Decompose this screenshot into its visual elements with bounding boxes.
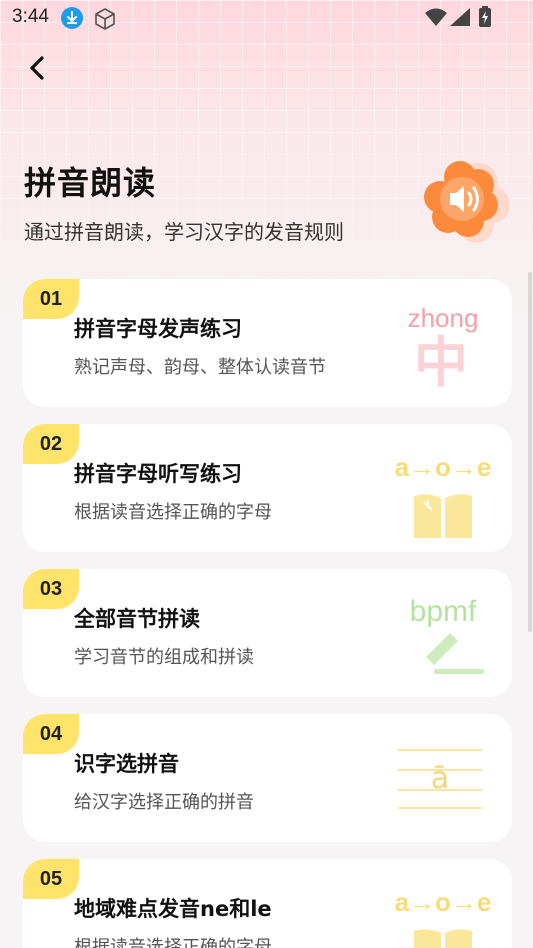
signal-icon (450, 8, 470, 26)
lesson-card-1[interactable]: 01 拼音字母发声练习 熟记声母、韵母、整体认读音节 zhong 中 (23, 279, 512, 407)
page-subtitle: 通过拼音朗读，学习汉字的发音规则 (24, 220, 344, 244)
status-time: 3:44 (12, 6, 49, 27)
card-number: 02 (23, 424, 79, 464)
card-description: 熟记声母、韵母、整体认读音节 (74, 357, 326, 378)
card-number: 04 (23, 714, 79, 754)
art-char: 中 (414, 331, 468, 393)
battery-icon (479, 6, 491, 27)
art-word: a→o→e (395, 887, 492, 917)
card-number: 03 (23, 569, 79, 609)
download-icon (61, 7, 83, 29)
status-bar: 3:44 (0, 0, 533, 36)
card-description: 根据读音选择正确的字母 (74, 502, 272, 523)
art-word: zhong (408, 303, 479, 333)
card-title: 地域难点发音ne和le (74, 897, 272, 921)
pencil-illustration: bpmf (410, 595, 484, 674)
card-number: 05 (23, 859, 79, 899)
chevron-left-icon (30, 56, 44, 80)
card-title: 拼音字母发声练习 (74, 317, 242, 341)
lesson-card-3[interactable]: 03 全部音节拼读 学习音节的组成和拼读 bpmf (23, 569, 512, 697)
card-title: 识字选拼音 (74, 752, 179, 776)
wifi-icon (425, 8, 447, 26)
art-word: a→o→e (395, 452, 492, 482)
card-title: 全部音节拼读 (74, 607, 200, 631)
scrollbar[interactable] (528, 272, 532, 632)
art-word: bpmf (410, 595, 477, 628)
pinyin-lines-illustration: ā (398, 749, 482, 809)
lesson-card-5[interactable]: 05 地域难点发音ne和le 根据读音选择正确的字母 a→o→e (23, 859, 512, 948)
cube-icon (95, 8, 115, 30)
zhong-illustration: zhong 中 (408, 303, 479, 393)
lesson-card-4[interactable]: 04 识字选拼音 给汉字选择正确的拼音 ā (23, 714, 512, 842)
card-title: 拼音字母听写练习 (74, 462, 242, 486)
card-description: 学习音节的组成和拼读 (74, 647, 254, 668)
card-number: 01 (23, 279, 79, 319)
lesson-card-2[interactable]: 02 拼音字母听写练习 根据读音选择正确的字母 a→o→e (23, 424, 512, 552)
back-button[interactable] (20, 50, 56, 86)
card-description: 根据读音选择正确的字母 (74, 937, 272, 948)
speaker-icon (424, 161, 510, 243)
art-word: ā (431, 761, 449, 796)
book-illustration: a→o→e (395, 887, 492, 948)
book-illustration: a→o→e (395, 452, 492, 538)
page-title: 拼音朗读 (24, 164, 157, 202)
card-description: 给汉字选择正确的拼音 (74, 792, 254, 813)
